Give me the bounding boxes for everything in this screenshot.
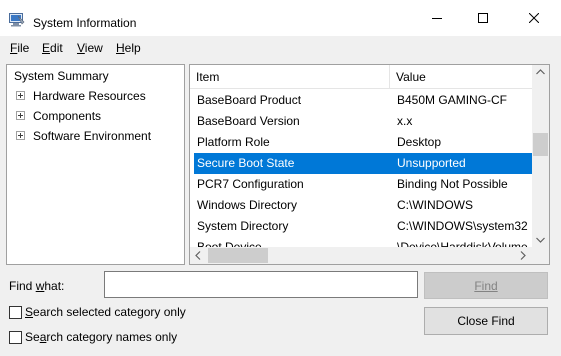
cell-item: Platform Role	[197, 135, 270, 149]
cell-item: BaseBoard Product	[197, 93, 302, 107]
cell-item: Windows Directory	[197, 198, 298, 212]
table-row[interactable]: BaseBoard Product B450M GAMING-CF	[194, 90, 532, 111]
cell-value: C:\WINDOWS	[397, 198, 473, 212]
menu-file-label: ile	[17, 41, 30, 55]
tree-item-components[interactable]: Components	[7, 107, 184, 125]
accel-letter: S	[25, 305, 34, 319]
table-row[interactable]: Platform Role Desktop	[194, 132, 532, 153]
window-title: System Information	[33, 16, 137, 30]
cell-value: \Device\HarddiskVolume	[397, 240, 528, 247]
tree-item-software-environment[interactable]: Software Environment	[7, 127, 184, 145]
label-text: rch category names only	[46, 330, 178, 344]
scroll-left-arrow-icon[interactable]	[195, 251, 201, 260]
menu-help-accel: H	[116, 41, 125, 55]
table-row[interactable]: Boot Device \Device\HarddiskVolume	[194, 237, 532, 247]
table-row[interactable]: BaseBoard Version x.x	[194, 111, 532, 132]
close-find-button[interactable]: Close Find	[424, 307, 548, 335]
cell-item: BaseBoard Version	[197, 114, 300, 128]
menu-help[interactable]: Help	[116, 41, 141, 55]
scroll-down-arrow-icon[interactable]	[536, 237, 545, 243]
find-button[interactable]: Find	[424, 272, 548, 299]
menu-view[interactable]: View	[77, 41, 103, 55]
find-what-input[interactable]	[104, 271, 418, 298]
search-category-names-label: Search category names only	[25, 330, 177, 344]
expand-plus-icon[interactable]	[16, 111, 25, 120]
cell-item: Boot Device	[197, 240, 262, 247]
system-information-icon	[9, 13, 25, 27]
title-bar: System Information	[0, 0, 561, 36]
close-find-button-label: Close Find	[457, 314, 515, 328]
cell-value: Binding Not Possible	[397, 177, 508, 191]
table-row-selected[interactable]: Secure Boot State Unsupported	[194, 153, 532, 174]
expand-plus-icon[interactable]	[16, 91, 25, 100]
vertical-scroll-thumb[interactable]	[533, 133, 548, 156]
search-selected-category-label: Search selected category only	[25, 305, 186, 319]
minimize-icon	[432, 18, 442, 19]
label-text: earch selected category only	[33, 305, 186, 319]
tree-item-hardware-resources[interactable]: Hardware Resources	[7, 87, 184, 105]
cell-value: B450M GAMING-CF	[397, 93, 508, 107]
list-header: Item Value	[190, 65, 532, 89]
maximize-button[interactable]	[460, 0, 506, 36]
tree-item-label: Software Environment	[33, 129, 152, 143]
cell-value: Desktop	[397, 135, 442, 149]
horizontal-scroll-thumb[interactable]	[208, 248, 268, 263]
checkbox-box[interactable]	[9, 331, 22, 344]
menu-view-accel: V	[77, 41, 85, 55]
expand-plus-icon[interactable]	[16, 131, 25, 140]
menu-file[interactable]: File	[10, 41, 29, 55]
label-text: Se	[25, 330, 40, 344]
menu-edit[interactable]: Edit	[42, 41, 63, 55]
tree-item-system-summary[interactable]: System Summary	[14, 67, 109, 85]
details-list[interactable]: Item Value BaseBoard Product B450M GAMIN…	[189, 64, 550, 265]
find-button-label: Find	[474, 278, 498, 293]
category-tree[interactable]: System Summary Hardware Resources Compon…	[6, 64, 185, 265]
cell-value: x.x	[397, 114, 413, 128]
table-row[interactable]: PCR7 Configuration Binding Not Possible	[194, 174, 532, 195]
menu-view-label: iew	[84, 41, 103, 55]
close-button[interactable]	[506, 0, 561, 36]
tree-item-label: System Summary	[14, 69, 109, 83]
table-row[interactable]: System Directory C:\WINDOWS\system32	[194, 216, 532, 237]
menu-edit-accel: E	[42, 41, 51, 55]
maximize-icon	[478, 13, 488, 23]
scrollbar-corner	[532, 247, 549, 264]
cell-item: Secure Boot State	[197, 156, 295, 170]
column-header-item[interactable]: Item	[190, 65, 219, 89]
vertical-scrollbar[interactable]	[532, 65, 549, 247]
column-header-value[interactable]: Value	[390, 65, 426, 89]
find-label-part: hat:	[44, 279, 65, 293]
cell-item: System Directory	[197, 219, 289, 233]
find-label-part: Find	[9, 279, 36, 293]
horizontal-scrollbar[interactable]	[190, 247, 532, 264]
find-what-label: Find what:	[9, 279, 64, 293]
minimize-button[interactable]	[414, 0, 460, 36]
close-icon	[528, 13, 539, 23]
menu-help-label: elp	[124, 41, 141, 55]
checkbox-box[interactable]	[9, 306, 22, 319]
scroll-up-arrow-icon[interactable]	[536, 69, 545, 75]
table-row[interactable]: Windows Directory C:\WINDOWS	[194, 195, 532, 216]
cell-value: Unsupported	[397, 156, 466, 170]
tree-item-label: Hardware Resources	[33, 89, 146, 103]
scroll-right-arrow-icon[interactable]	[520, 251, 526, 260]
cell-item: PCR7 Configuration	[197, 177, 304, 191]
menu-edit-label: dit	[50, 41, 63, 55]
cell-value: C:\WINDOWS\system32	[397, 219, 528, 233]
tree-item-label: Components	[33, 109, 102, 123]
